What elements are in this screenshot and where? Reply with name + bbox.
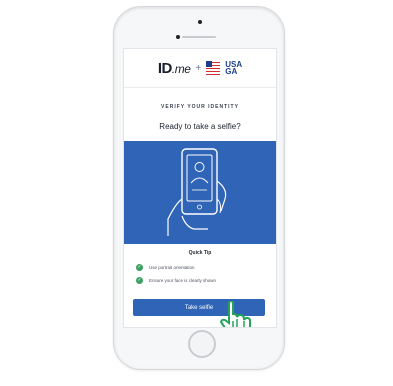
quick-tip-title: Quick Tip — [188, 250, 212, 256]
top-sensor-dot — [198, 20, 202, 24]
phone-frame: ID.me + USA GA VERIFY YOUR IDENTITY Read… — [113, 6, 285, 370]
front-camera-dot — [176, 35, 180, 39]
usa-flag-icon — [206, 61, 221, 75]
take-selfie-button-label: Take selfie — [184, 304, 214, 311]
partner-logo-text: USA GA — [225, 60, 243, 76]
selfie-illustration-panel — [124, 141, 276, 244]
header-logos: ID.me + USA GA — [124, 57, 276, 79]
tip-item: ✓ Use portrait orientation — [136, 263, 195, 271]
check-icon: ✓ — [136, 276, 143, 284]
idme-logo: ID.me — [157, 59, 191, 77]
check-icon: ✓ — [136, 263, 143, 271]
pointer-hand-icon — [219, 301, 251, 327]
verify-label: VERIFY YOUR IDENTITY — [161, 104, 239, 110]
tip-item: ✓ Ensure your face is clearly shown — [136, 276, 216, 284]
phone-screen: ID.me + USA GA VERIFY YOUR IDENTITY Read… — [123, 48, 277, 328]
selfie-phone-illustration-icon — [167, 148, 227, 236]
home-button[interactable] — [188, 330, 216, 358]
speaker-grille — [182, 36, 216, 38]
tip-text: Ensure your face is clearly shown — [149, 277, 217, 283]
tip-text: Use portrait orientation — [149, 264, 195, 270]
plus-separator: + — [195, 62, 202, 74]
header-divider — [124, 87, 276, 88]
page-title: Ready to take a selfie? — [159, 122, 241, 131]
